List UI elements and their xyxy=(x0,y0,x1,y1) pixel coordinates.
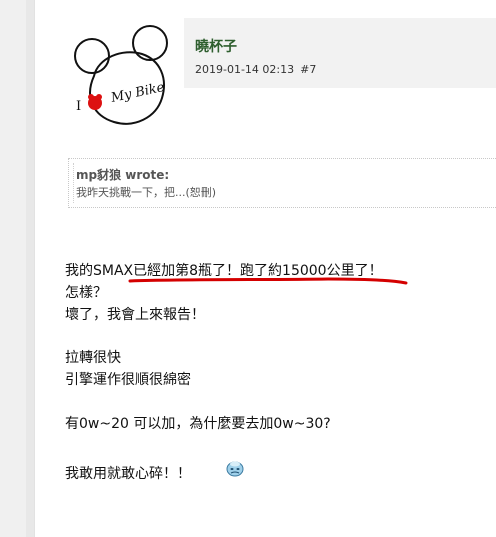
avatar[interactable]: I My Bike xyxy=(64,18,180,130)
smiley-emoticon-icon xyxy=(226,461,244,477)
left-gutter xyxy=(0,0,35,537)
avatar-letter-i: I xyxy=(76,99,81,114)
body-line-2: 怎樣？ xyxy=(65,285,107,301)
body-line-5: 引擎運作很順很綿密 xyxy=(65,372,191,388)
red-underline-annotation xyxy=(128,277,408,285)
body-line-7: 我敢用就敢心碎！！ xyxy=(65,466,191,482)
body-line-6: 有0w~20 可以加，為什麼要去加0w~30? xyxy=(65,416,331,432)
left-gutter-border xyxy=(26,0,34,537)
body-line-4: 拉轉很快 xyxy=(65,350,121,366)
quote-block: mp豺狼 wrote: 我昨天挑戰一下，把...(恕刪) xyxy=(68,158,496,208)
quote-author: mp豺狼 wrote: xyxy=(76,168,170,182)
post-timestamp: 2019-01-14 02:13 xyxy=(195,63,295,76)
body-line-3: 壞了，我會上來報告！ xyxy=(65,307,205,323)
avatar-mickey-bike-image: I My Bike xyxy=(74,25,168,125)
post-meta: 2019-01-14 02:13 #7 xyxy=(195,63,316,76)
avatar-text: My Bike xyxy=(109,80,166,106)
post-number-link[interactable]: #7 xyxy=(300,63,316,76)
quote-text: 我昨天挑戰一下，把...(恕刪) xyxy=(76,186,217,199)
username-link[interactable]: 曉杯子 xyxy=(195,36,237,56)
